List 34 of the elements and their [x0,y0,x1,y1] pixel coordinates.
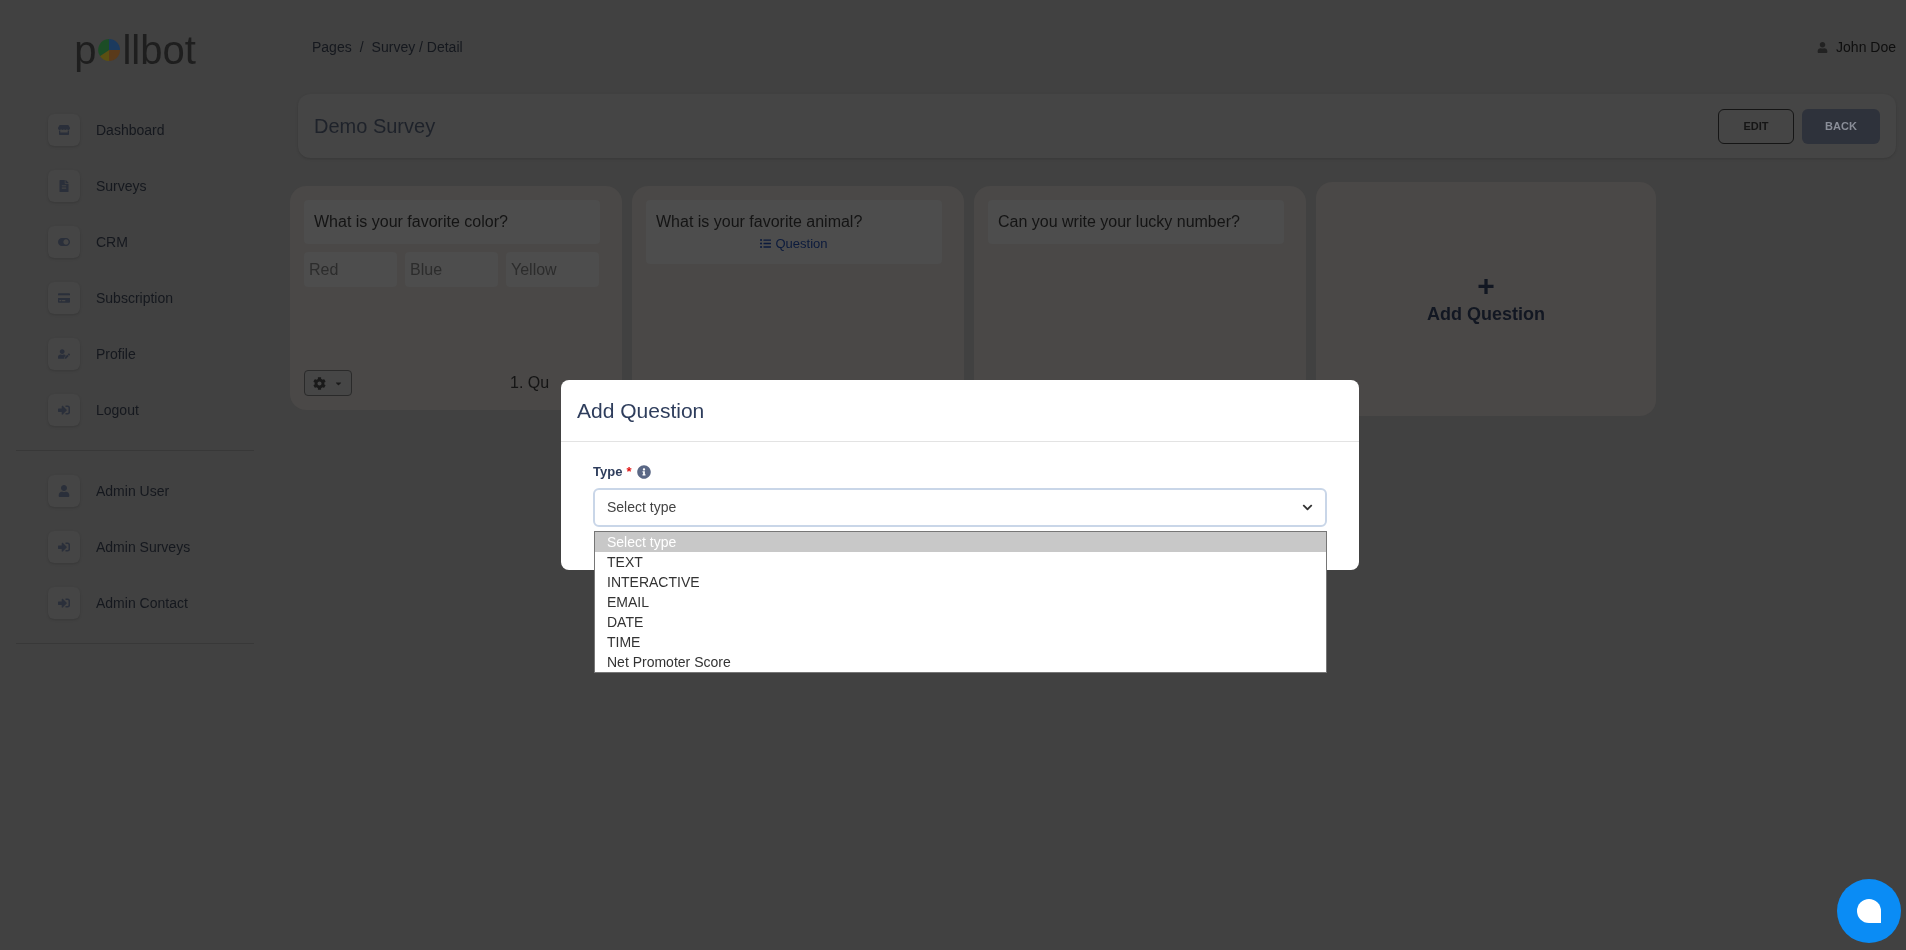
user-icon [1817,41,1829,53]
gear-icon [313,376,326,390]
question-text: Can you write your lucky number? [998,212,1241,232]
info-icon [637,464,652,479]
plus-sign: + [1477,270,1495,301]
dropdown-option[interactable]: TEXT [595,552,1326,572]
back-button[interactable]: BACK [1802,108,1880,144]
breadcrumb-separator: / [359,37,364,57]
dropdown-option[interactable]: INTERACTIVE [595,572,1326,592]
user-edit-icon [58,348,70,360]
question-link[interactable]: Question [760,234,828,254]
add-question-card[interactable]: + Add Question [1316,182,1656,416]
chat-bubble-icon [1857,899,1881,923]
sign-in-icon [58,597,70,609]
store-icon [58,124,70,136]
pie-chart-logo-icon [97,38,122,62]
dropdown-option[interactable]: DATE [595,612,1326,632]
toggle-icon [58,236,70,248]
list-icon [760,238,772,250]
type-select[interactable]: Select type [593,487,1327,527]
modal-title: Add Question [577,397,705,424]
credit-card-icon [58,292,70,304]
user-icon [58,485,70,497]
field-label: Type [593,463,623,481]
dropdown-option[interactable]: TIME [595,632,1326,652]
sign-in-icon [58,404,70,416]
question-text: What is your favorite animal? [656,212,864,232]
question-text: What is your favorite color? [314,212,509,232]
dropdown-option[interactable]: Net Promoter Score [595,652,1326,672]
sign-in-icon [58,541,70,553]
required-mark: * [626,463,632,481]
dropdown-option[interactable]: EMAIL [595,592,1326,612]
add-question-label: Add Question [1427,302,1545,326]
document-icon [58,180,70,192]
